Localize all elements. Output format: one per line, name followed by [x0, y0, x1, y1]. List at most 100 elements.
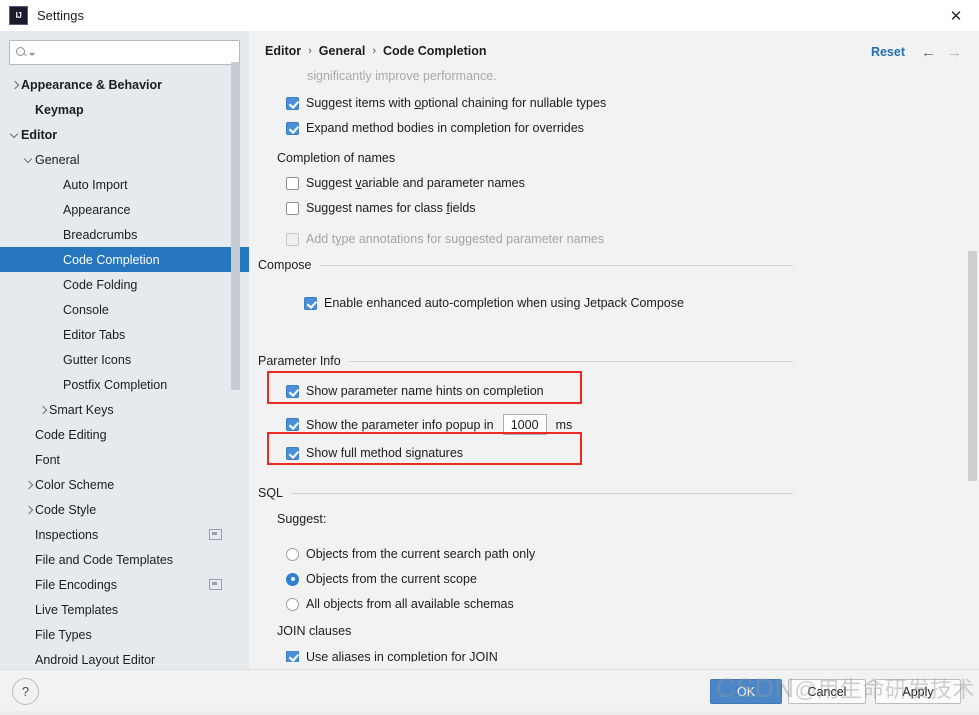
sidebar-item-editor[interactable]: Editor — [0, 122, 249, 147]
settings-window: Settings ✕ Appearance & Behavior Keymap Ed… — [0, 0, 979, 715]
radio-current-scope[interactable] — [286, 572, 299, 586]
group-sql: SQL — [258, 486, 793, 500]
sidebar-item-code-style[interactable]: Code Style — [0, 497, 249, 522]
chevron-right-icon[interactable] — [22, 503, 35, 516]
radio-current-scope-label: Objects from the current scope — [306, 572, 477, 586]
arrow-left-icon[interactable]: ← — [920, 44, 937, 61]
sidebar-item-editor-tabs[interactable]: Editor Tabs — [0, 322, 249, 347]
sidebar-item-file-types[interactable]: File Types — [0, 622, 249, 647]
sidebar-item-code-completion[interactable]: Code Completion — [0, 247, 249, 272]
sidebar-item-appearance[interactable]: Appearance — [0, 197, 249, 222]
checkbox-show-full-method-signatures[interactable] — [286, 446, 299, 460]
checkbox-row-suggest-variable-names[interactable]: Suggest variable and parameter names — [286, 176, 525, 190]
apply-button[interactable]: Apply — [875, 679, 961, 704]
sidebar-item-label: General — [35, 152, 80, 167]
content-scrollbar-thumb[interactable] — [968, 251, 977, 481]
breadcrumb-item-editor[interactable]: Editor — [265, 44, 301, 58]
checkbox-jetpack-compose[interactable] — [304, 296, 317, 310]
completion-of-names-label: Completion of names — [277, 151, 396, 165]
sidebar-item-gutter-icons[interactable]: Gutter Icons — [0, 347, 249, 372]
breadcrumb-separator: › — [308, 45, 312, 57]
checkbox-add-type-annotations-label: Add type annotations for suggested param… — [306, 232, 605, 246]
checkbox-expand-method-bodies[interactable] — [286, 121, 299, 135]
sidebar-item-label: Smart Keys — [49, 402, 114, 417]
checkbox-row-optional-chaining[interactable]: Suggest items with optional chaining for… — [286, 96, 606, 110]
cancel-button[interactable]: Cancel — [788, 679, 866, 704]
sidebar-item-inspections[interactable]: Inspections — [0, 522, 249, 547]
sidebar-item-file-encodings[interactable]: File Encodings — [0, 572, 249, 597]
chevron-down-icon[interactable] — [8, 128, 21, 141]
join-clauses-label: JOIN clauses — [277, 624, 352, 638]
checkbox-row-jetpack-compose[interactable]: Enable enhanced auto-completion when usi… — [304, 296, 684, 310]
sidebar-item-keymap[interactable]: Keymap — [0, 97, 249, 122]
sidebar-item-label: Android Layout Editor — [35, 652, 156, 667]
checkbox-param-info-popup-delay-label: Show the parameter info popup in — [306, 417, 494, 432]
chevron-down-icon[interactable] — [22, 153, 35, 166]
sidebar-item-font[interactable]: Font — [0, 447, 249, 472]
sidebar-item-label: Live Templates — [35, 602, 119, 617]
sidebar-item-android-layout-editor[interactable]: Android Layout Editor — [0, 647, 249, 669]
radio-row-current-scope[interactable]: Objects from the current scope — [286, 572, 477, 586]
sidebar-item-auto-import[interactable]: Auto Import — [0, 172, 249, 197]
sidebar-item-label: File and Code Templates — [35, 552, 174, 567]
checkbox-join-aliases[interactable] — [286, 651, 299, 662]
chevron-right-icon[interactable] — [8, 78, 21, 91]
checkbox-row-suggest-class-field-names[interactable]: Suggest names for class fields — [286, 201, 476, 215]
sidebar-scrollbar[interactable] — [231, 31, 240, 669]
chevron-right-icon[interactable] — [22, 478, 35, 491]
sidebar-item-breadcrumbs[interactable]: Breadcrumbs — [0, 222, 249, 247]
search-input[interactable] — [35, 42, 233, 63]
sidebar-item-code-editing[interactable]: Code Editing — [0, 422, 249, 447]
sidebar-item-code-folding[interactable]: Code Folding — [0, 272, 249, 297]
sidebar-item-appearance-and-behavior[interactable]: Appearance & Behavior — [0, 72, 249, 97]
breadcrumb-item-general[interactable]: General — [319, 44, 366, 58]
sidebar-item-live-templates[interactable]: Live Templates — [0, 597, 249, 622]
radio-row-search-path-only[interactable]: Objects from the current search path onl… — [286, 547, 535, 561]
radio-search-path-only[interactable] — [286, 547, 299, 561]
help-icon[interactable]: ? — [12, 678, 39, 705]
checkbox-row-show-full-method-signatures[interactable]: Show full method signatures — [286, 446, 463, 460]
param-info-delay-input[interactable]: 1000 — [502, 414, 547, 435]
chevron-right-icon[interactable] — [36, 403, 49, 416]
checkbox-suggest-variable-names[interactable] — [286, 176, 299, 190]
sidebar-item-file-and-code-templates[interactable]: File and Code Templates — [0, 547, 249, 572]
search-box[interactable] — [9, 40, 240, 65]
radio-all-schemas[interactable] — [286, 597, 299, 611]
sidebar-item-smart-keys[interactable]: Smart Keys — [0, 397, 249, 422]
sidebar-item-label: Keymap — [35, 102, 84, 117]
checkbox-suggest-class-field-names[interactable] — [286, 201, 299, 215]
content-scrollbar[interactable] — [968, 69, 977, 669]
sidebar-item-general[interactable]: General — [0, 147, 249, 172]
sidebar-scrollbar-thumb[interactable] — [231, 62, 240, 390]
sidebar-item-label: Postfix Completion — [63, 377, 168, 392]
sidebar-item-label: Breadcrumbs — [63, 227, 138, 242]
checkbox-show-param-name-hints[interactable] — [286, 384, 299, 398]
checkbox-row-param-info-popup-delay[interactable]: Show the parameter info popup in 1000 ms — [286, 414, 572, 435]
checkbox-row-join-aliases[interactable]: Use aliases in completion for JOIN — [286, 651, 498, 662]
radio-row-all-schemas[interactable]: All objects from all available schemas — [286, 597, 514, 611]
search-container — [0, 31, 249, 65]
ok-button[interactable]: OK — [710, 679, 782, 704]
close-icon[interactable]: ✕ — [933, 0, 979, 31]
sidebar-item-label: Gutter Icons — [63, 352, 132, 367]
group-parameter-info-title: Parameter Info — [258, 354, 341, 368]
sidebar-item-label: Inspections — [35, 527, 99, 542]
sidebar-item-color-scheme[interactable]: Color Scheme — [0, 472, 249, 497]
settings-sync-badge-icon — [209, 529, 222, 540]
arrow-right-icon[interactable]: → — [946, 44, 963, 61]
sidebar-item-label: Font — [35, 452, 61, 467]
checkbox-row-expand-method-bodies[interactable]: Expand method bodies in completion for o… — [286, 121, 584, 135]
checkbox-optional-chaining[interactable] — [286, 96, 299, 110]
sidebar-item-postfix-completion[interactable]: Postfix Completion — [0, 372, 249, 397]
sidebar-item-console[interactable]: Console — [0, 297, 249, 322]
checkbox-row-show-param-name-hints[interactable]: Show parameter name hints on completion — [286, 384, 544, 398]
reset-link[interactable]: Reset — [871, 45, 905, 59]
checkbox-suggest-class-field-names-label: Suggest names for class fields — [306, 201, 476, 215]
checkbox-param-info-popup-delay[interactable] — [286, 418, 299, 431]
